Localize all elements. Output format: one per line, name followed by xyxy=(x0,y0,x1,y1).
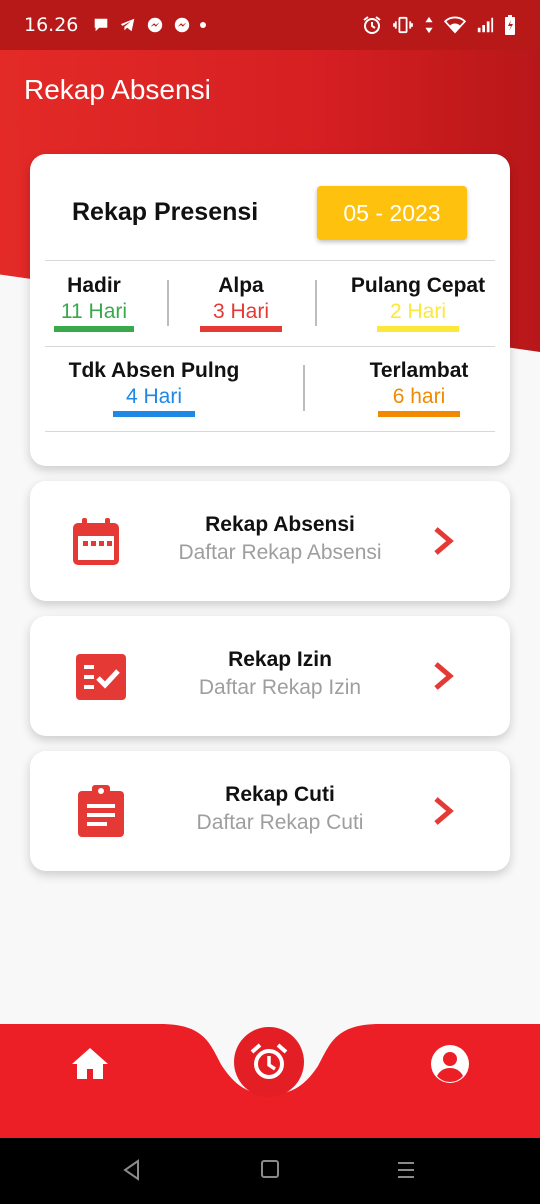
stat-underline xyxy=(54,326,134,332)
menu-subtitle: Daftar Rekap Izin xyxy=(198,676,362,699)
profile-icon[interactable] xyxy=(429,1043,471,1085)
stat-value: 6 hari xyxy=(392,385,446,408)
menu-title: Rekap Absensi xyxy=(205,513,355,536)
alarm-clock-icon xyxy=(250,1043,288,1079)
alarm-clock-button[interactable] xyxy=(234,1027,304,1097)
wifi-icon xyxy=(444,16,466,34)
stat-terlambat: Terlambat 6 hari xyxy=(364,359,474,417)
home-button-icon[interactable] xyxy=(260,1159,280,1179)
divider xyxy=(315,280,317,326)
menu-rekap-absensi[interactable]: Rekap Absensi Daftar Rekap Absensi xyxy=(30,481,510,601)
back-icon[interactable] xyxy=(122,1159,142,1181)
menu-subtitle: Daftar Rekap Cuti xyxy=(196,811,364,834)
chevron-right-icon xyxy=(434,797,454,825)
status-time: 16.26 xyxy=(24,14,79,36)
battery-icon xyxy=(505,15,515,35)
stat-label: Pulang Cepat xyxy=(350,274,486,297)
data-arrows-icon xyxy=(425,16,433,34)
divider xyxy=(45,260,495,261)
summary-card: Rekap Presensi 05 - 2023 Hadir 11 Hari A… xyxy=(30,154,510,466)
chat-icon xyxy=(95,18,108,32)
telegram-icon xyxy=(121,18,135,32)
alarm-icon xyxy=(363,16,381,34)
menu-subtitle: Daftar Rekap Absensi xyxy=(178,541,382,564)
divider xyxy=(45,346,495,347)
stat-label: Hadir xyxy=(67,274,121,297)
stat-pulang-cepat: Pulang Cepat 2 Hari xyxy=(346,274,490,332)
signal-icon xyxy=(477,17,494,33)
chevron-right-icon xyxy=(434,662,454,690)
page-title: Rekap Absensi xyxy=(24,74,211,105)
stat-underline xyxy=(113,411,195,417)
summary-title: Rekap Presensi xyxy=(72,198,259,226)
divider xyxy=(303,365,305,411)
checklist-icon xyxy=(76,654,126,700)
clipboard-icon xyxy=(78,785,124,837)
stat-value: 4 Hari xyxy=(125,385,183,408)
stat-hadir: Hadir 11 Hari xyxy=(52,274,136,332)
messenger-icon xyxy=(148,17,163,33)
stat-alpa: Alpa 3 Hari xyxy=(198,274,284,332)
period-button[interactable]: 05 - 2023 xyxy=(317,186,467,240)
stat-underline xyxy=(200,326,282,332)
home-icon[interactable] xyxy=(70,1044,110,1084)
messenger-icon xyxy=(175,17,190,33)
chevron-right-icon xyxy=(434,527,454,555)
stat-value: 2 Hari xyxy=(389,300,447,323)
stat-value: 3 Hari xyxy=(212,300,270,323)
stat-tdk-absen-pulang: Tdk Absen Pulng 4 Hari xyxy=(62,359,246,417)
stat-label: Terlambat xyxy=(369,359,469,382)
stat-underline xyxy=(378,411,460,417)
stat-value: 11 Hari xyxy=(60,300,128,323)
status-bar: 16.26 xyxy=(0,0,540,50)
divider xyxy=(45,431,495,432)
stat-label: Alpa xyxy=(218,274,264,297)
dot-icon xyxy=(200,22,207,28)
menu-title: Rekap Izin xyxy=(228,648,332,671)
stat-label: Tdk Absen Pulng xyxy=(68,359,240,382)
divider xyxy=(167,280,169,326)
vibrate-icon xyxy=(393,16,413,34)
calendar-icon xyxy=(73,518,119,565)
menu-title: Rekap Cuti xyxy=(225,783,335,806)
menu-rekap-cuti[interactable]: Rekap Cuti Daftar Rekap Cuti xyxy=(30,751,510,871)
recents-icon[interactable] xyxy=(396,1159,416,1181)
bottom-navigation xyxy=(0,1024,540,1138)
stat-underline xyxy=(377,326,459,332)
menu-rekap-izin[interactable]: Rekap Izin Daftar Rekap Izin xyxy=(30,616,510,736)
system-navigation-bar xyxy=(0,1138,540,1204)
